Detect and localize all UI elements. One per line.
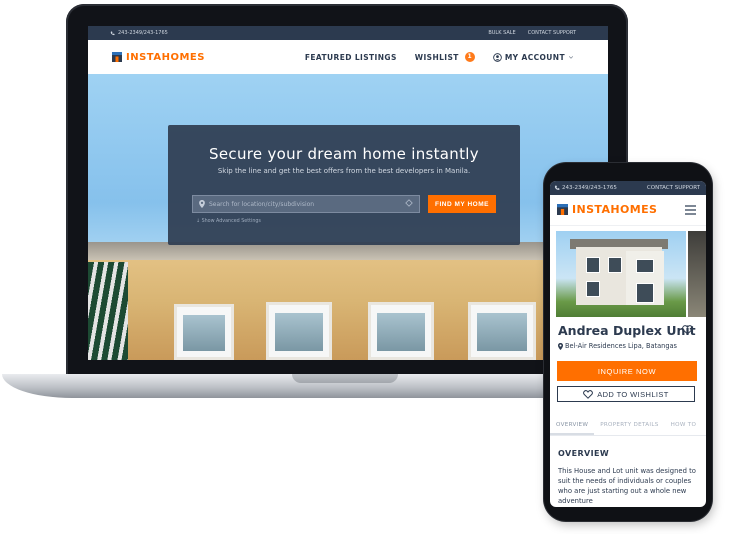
- desktop-navbar: INSTAHOMES FEATURED LISTINGS WISHLIST 1 …: [88, 40, 608, 74]
- location-search[interactable]: [192, 195, 420, 213]
- laptop-notch: [292, 374, 398, 383]
- mobile-brand-name: INSTAHOMES: [572, 203, 658, 216]
- desktop-logo[interactable]: INSTAHOMES: [112, 52, 205, 63]
- featured-listings-link[interactable]: FEATURED LISTINGS: [305, 53, 397, 62]
- listing-photo-next[interactable]: [688, 231, 706, 317]
- advanced-settings-toggle[interactable]: ↓ Show Advanced Settings: [196, 219, 261, 224]
- heart-icon: [583, 389, 594, 399]
- menu-icon[interactable]: [685, 205, 696, 217]
- desktop-topbar: 243-2349/243-1765 BULK SALE CONTACT SUPP…: [88, 26, 608, 40]
- desktop-screen: 243-2349/243-1765 BULK SALE CONTACT SUPP…: [88, 26, 608, 360]
- user-icon: [492, 52, 502, 62]
- desktop-brand-name: INSTAHOMES: [126, 51, 205, 63]
- clear-icon[interactable]: [405, 199, 413, 207]
- mobile-navbar: INSTAHOMES: [550, 195, 706, 226]
- listing-tabs: OVERVIEW PROPERTY DETAILS HOW TO: [550, 419, 706, 436]
- mobile-topbar: 243-2349/243-1765 CONTACT SUPPORT: [550, 181, 706, 195]
- location-pin-icon: [558, 342, 563, 350]
- add-to-wishlist-button[interactable]: ADD TO WISHLIST: [557, 386, 695, 402]
- window-image: [174, 304, 234, 360]
- home-logo-icon: [557, 204, 568, 215]
- bulk-sale-link[interactable]: BULK SALE: [488, 30, 515, 36]
- location-pin-icon: [199, 200, 205, 208]
- listing-title: Andrea Duplex Unit: [558, 323, 696, 338]
- home-logo-icon: [112, 52, 122, 62]
- phone-icon: [554, 185, 560, 190]
- tab-overview[interactable]: OVERVIEW: [550, 419, 595, 435]
- advanced-settings-label: Show Advanced Settings: [201, 219, 261, 224]
- listing-photo[interactable]: [556, 231, 686, 317]
- down-arrow-icon: ↓: [196, 219, 201, 224]
- heart-icon[interactable]: [682, 325, 693, 335]
- desktop-phone: 243-2349/243-1765: [110, 30, 168, 36]
- my-account-label: MY ACCOUNT: [504, 52, 565, 62]
- add-to-wishlist-label: ADD TO WISHLIST: [597, 389, 669, 399]
- hero-subtitle: Skip the line and get the best offers fr…: [217, 167, 471, 175]
- window-image: [368, 302, 434, 360]
- find-my-home-button[interactable]: FIND MY HOME: [428, 195, 496, 213]
- window-image: [468, 302, 536, 360]
- mobile-phone-number: 243-2349/243-1765: [562, 185, 617, 191]
- wishlist-count-badge: 1: [464, 52, 475, 62]
- listing-location: Bel-Air Residences Lipa, Batangas: [558, 342, 677, 350]
- tab-property-details[interactable]: PROPERTY DETAILS: [594, 419, 664, 435]
- hero-search-panel: Secure your dream home instantly Skip th…: [168, 125, 520, 245]
- mobile-screen: 243-2349/243-1765 CONTACT SUPPORT INSTAH…: [550, 181, 706, 507]
- mobile-contact-support-link[interactable]: CONTACT SUPPORT: [647, 185, 700, 191]
- desktop-phone-number: 243-2349/243-1765: [118, 30, 168, 36]
- mobile-logo[interactable]: INSTAHOMES: [557, 203, 657, 216]
- awning-image: [88, 262, 128, 360]
- inquire-now-button[interactable]: INQUIRE NOW: [557, 361, 697, 381]
- wishlist-link[interactable]: WISHLIST 1: [415, 52, 475, 62]
- tab-how-to[interactable]: HOW TO: [665, 419, 703, 435]
- chevron-down-icon: [568, 56, 574, 59]
- phone-icon: [110, 31, 115, 35]
- hero-title: Secure your dream home instantly: [209, 145, 479, 163]
- window-image: [266, 302, 332, 360]
- listing-location-text: Bel-Air Residences Lipa, Batangas: [565, 342, 677, 350]
- contact-support-link[interactable]: CONTACT SUPPORT: [528, 30, 576, 36]
- wishlist-label: WISHLIST: [414, 52, 459, 62]
- overview-heading: OVERVIEW: [558, 449, 610, 458]
- my-account-menu[interactable]: MY ACCOUNT: [492, 52, 574, 62]
- overview-text: This House and Lot unit was designed to …: [558, 467, 696, 505]
- location-search-input[interactable]: [209, 200, 399, 208]
